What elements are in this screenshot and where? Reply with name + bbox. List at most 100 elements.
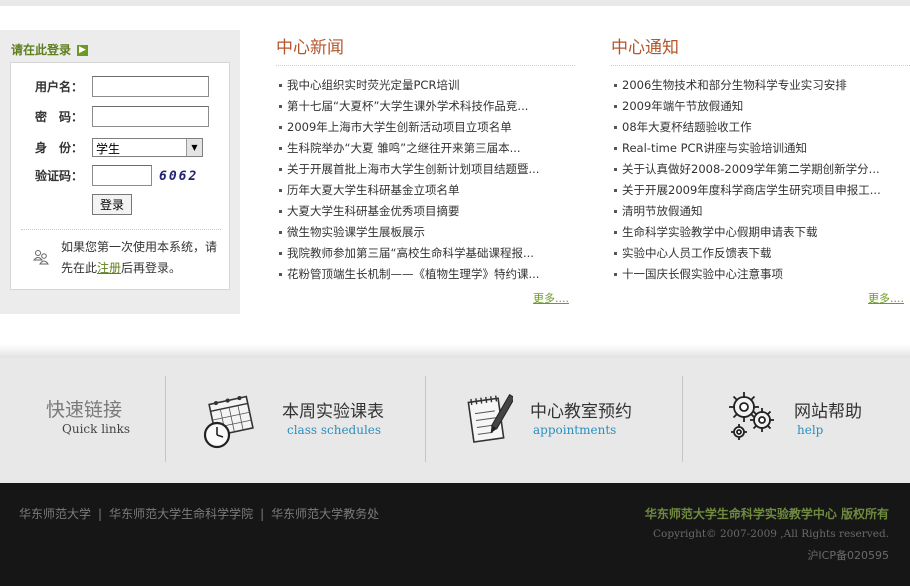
news-item-text[interactable]: 第十七届“大夏杯”大学生课外学术科技作品竞...	[287, 99, 528, 113]
band-separator	[0, 344, 910, 358]
footer-copyright: Copyright© 2007-2009 ,All Rights reserve…	[653, 528, 889, 540]
news-item[interactable]: 历年大夏大学生科研基金立项名单	[279, 180, 539, 201]
bullet-icon	[614, 231, 617, 234]
news-item-text[interactable]: 生科院举办“大夏 雏鸣”之继往开来第三届本...	[287, 141, 521, 155]
notice-item-text[interactable]: 08年大夏杯结题验收工作	[622, 120, 752, 134]
news-item[interactable]: 花粉管顶端生长机制——《植物生理学》特约课...	[279, 264, 539, 285]
news-more-link[interactable]: 更多....	[533, 290, 569, 306]
bullet-icon	[279, 252, 282, 255]
news-item-text[interactable]: 大夏大学生科研基金优秀项目摘要	[287, 204, 460, 218]
bullet-icon	[614, 168, 617, 171]
news-item[interactable]: 大夏大学生科研基金优秀项目摘要	[279, 201, 539, 222]
identity-label: 身 份：	[35, 141, 84, 155]
notice-item-text[interactable]: 2006生物技术和部分生物科学专业实习安排	[622, 78, 847, 92]
calendar-clock-icon[interactable]	[202, 392, 258, 450]
captcha-label: 验证码：	[35, 169, 84, 183]
appointments-link[interactable]: appointments	[533, 423, 616, 437]
vertical-divider	[165, 376, 166, 462]
news-list: 我中心组织实时荧光定量PCR培训 第十七届“大夏杯”大学生课外学术科技作品竞..…	[279, 75, 539, 285]
news-item-text[interactable]: 2009年上海市大学生创新活动项目立项名单	[287, 120, 512, 134]
bullet-icon	[279, 273, 282, 276]
login-title: 请在此登录 ▶	[11, 41, 89, 58]
news-item[interactable]: 生科院举办“大夏 雏鸣”之继往开来第三届本...	[279, 138, 539, 159]
bullet-icon	[614, 210, 617, 213]
login-form: 用户名： 密 码： 身 份： 学生 ▼ 验证码： 6062 登录 如果您第一次使…	[10, 62, 230, 290]
news-item-text[interactable]: 微生物实验课学生展板展示	[287, 225, 425, 239]
chevron-down-icon[interactable]: ▼	[186, 139, 202, 156]
footer-separator: |	[260, 507, 265, 521]
bullet-icon	[279, 189, 282, 192]
notice-item[interactable]: 2006生物技术和部分生物科学专业实习安排	[614, 75, 881, 96]
bullet-icon	[614, 273, 617, 276]
news-item[interactable]: 关于开展首批上海市大学生创新计划项目结题暨...	[279, 159, 539, 180]
class-schedules-label[interactable]: 本周实验课表	[282, 397, 384, 422]
bullet-icon	[614, 252, 617, 255]
footer-link-ecnu[interactable]: 华东师范大学	[19, 507, 91, 521]
bullet-icon	[614, 84, 617, 87]
notepad-pen-icon[interactable]	[465, 392, 513, 448]
news-item[interactable]: 我中心组织实时荧光定量PCR培训	[279, 75, 539, 96]
notice-item-text[interactable]: 关于认真做好2008-2009学年第二学期创新学分...	[622, 162, 880, 176]
username-input[interactable]	[92, 76, 209, 97]
news-item[interactable]: 我院教师参加第三届“高校生命科学基础课程报...	[279, 243, 539, 264]
notice-item[interactable]: 清明节放假通知	[614, 201, 881, 222]
news-item-text[interactable]: 关于开展首批上海市大学生创新计划项目结题暨...	[287, 162, 539, 176]
notice-item-text[interactable]: 关于开展2009年度科学商店学生研究项目申报工...	[622, 183, 881, 197]
notice-item-text[interactable]: 实验中心人员工作反馈表下载	[622, 246, 772, 260]
notice-item-text[interactable]: 清明节放假通知	[622, 204, 703, 218]
vertical-divider	[425, 376, 426, 462]
notice-item-text[interactable]: 十一国庆长假实验中心注意事项	[622, 267, 783, 281]
news-item-text[interactable]: 花粉管顶端生长机制——《植物生理学》特约课...	[287, 267, 539, 281]
captcha-input[interactable]	[92, 165, 152, 186]
vertical-divider	[682, 376, 683, 462]
news-item-text[interactable]: 历年大夏大学生科研基金立项名单	[287, 183, 460, 197]
footer: 华东师范大学 | 华东师范大学生命科学学院 | 华东师范大学教务处 华东师范大学生命科学…	[0, 483, 910, 586]
notice-item[interactable]: Real-time PCR讲座与实验培训通知	[614, 138, 881, 159]
footer-icp: 沪ICP备020595	[807, 549, 889, 562]
help-link[interactable]: help	[797, 423, 823, 437]
captcha-image[interactable]: 6062	[159, 169, 198, 184]
footer-link-life-science[interactable]: 华东师范大学生命科学学院	[109, 507, 253, 521]
notice-item[interactable]: 十一国庆长假实验中心注意事项	[614, 264, 881, 285]
register-link[interactable]: 注册	[97, 261, 121, 275]
news-item[interactable]: 2009年上海市大学生创新活动项目立项名单	[279, 117, 539, 138]
username-label: 用户名：	[35, 80, 84, 94]
gears-icon[interactable]	[727, 390, 777, 444]
notice-item[interactable]: 08年大夏杯结题验收工作	[614, 117, 881, 138]
notice-item[interactable]: 关于认真做好2008-2009学年第二学期创新学分...	[614, 159, 881, 180]
quick-links-band: 快速链接 Quick links 本周实验课表 class schedules	[0, 358, 910, 483]
notices-title: 中心通知	[611, 38, 679, 58]
news-item-text[interactable]: 我院教师参加第三届“高校生命科学基础课程报...	[287, 246, 534, 260]
bullet-icon	[279, 168, 282, 171]
notice-item-text[interactable]: 生命科学实验教学中心假期申请表下载	[622, 225, 818, 239]
notice-item[interactable]: 生命科学实验教学中心假期申请表下载	[614, 222, 881, 243]
news-item[interactable]: 微生物实验课学生展板展示	[279, 222, 539, 243]
notice-item-text[interactable]: Real-time PCR讲座与实验培训通知	[622, 141, 807, 155]
password-input[interactable]	[92, 106, 209, 127]
login-button[interactable]: 登录	[92, 194, 132, 215]
notice-item-text[interactable]: 2009年端午节放假通知	[622, 99, 743, 113]
users-icon	[33, 250, 49, 265]
quick-links-title: 快速链接	[46, 399, 123, 421]
appointments-label[interactable]: 中心教室预约	[530, 397, 632, 422]
news-item-text[interactable]: 我中心组织实时荧光定量PCR培训	[287, 78, 459, 92]
bullet-icon	[279, 210, 282, 213]
footer-link-academic-affairs[interactable]: 华东师范大学教务处	[271, 507, 379, 521]
identity-select[interactable]: 学生 ▼	[92, 138, 203, 157]
bullet-icon	[279, 231, 282, 234]
notice-item[interactable]: 关于开展2009年度科学商店学生研究项目申报工...	[614, 180, 881, 201]
help-label[interactable]: 网站帮助	[794, 397, 862, 422]
notice-item[interactable]: 实验中心人员工作反馈表下载	[614, 243, 881, 264]
bullet-icon	[279, 147, 282, 150]
top-strip	[0, 0, 910, 6]
arrow-right-icon: ▶	[77, 45, 89, 56]
notices-more-link[interactable]: 更多....	[868, 290, 904, 306]
bullet-icon	[614, 147, 617, 150]
bullet-icon	[614, 105, 617, 108]
class-schedules-link[interactable]: class schedules	[287, 423, 381, 437]
news-item[interactable]: 第十七届“大夏杯”大学生课外学术科技作品竞...	[279, 96, 539, 117]
login-title-text: 请在此登录	[11, 43, 72, 57]
footer-links: 华东师范大学 | 华东师范大学生命科学学院 | 华东师范大学教务处	[19, 505, 379, 522]
notice-item[interactable]: 2009年端午节放假通知	[614, 96, 881, 117]
login-divider	[21, 229, 221, 230]
